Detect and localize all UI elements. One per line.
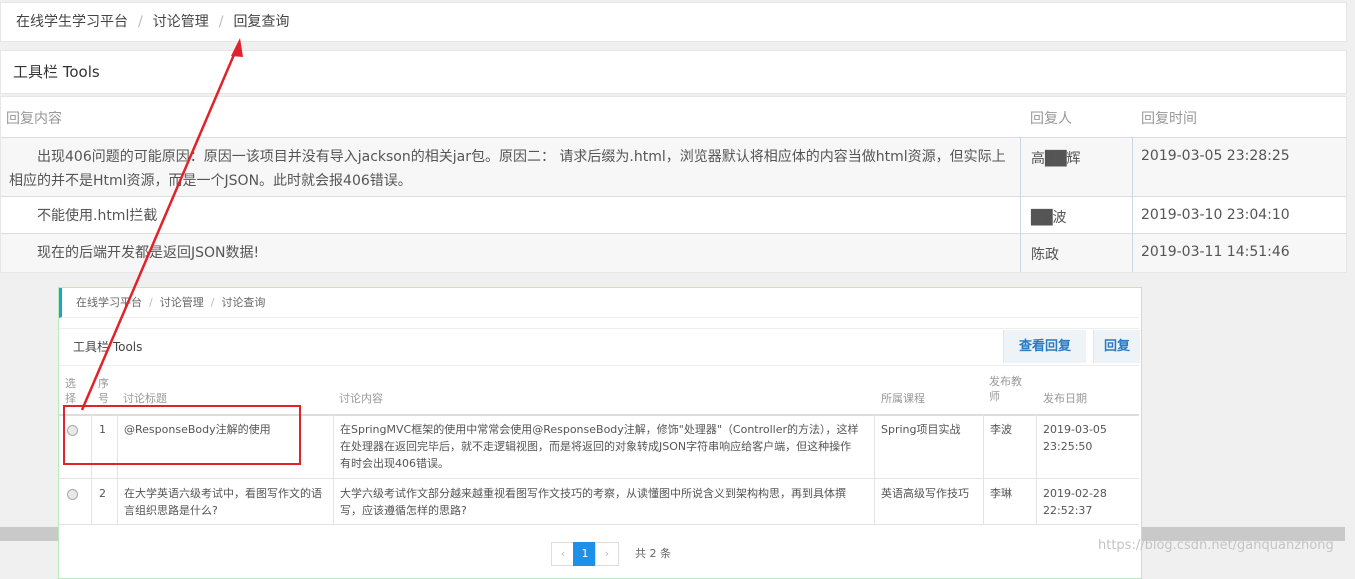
annotation-arrow: [80, 38, 243, 411]
watermark: https://blog.csdn.net/ganquanzhong: [1098, 538, 1334, 553]
